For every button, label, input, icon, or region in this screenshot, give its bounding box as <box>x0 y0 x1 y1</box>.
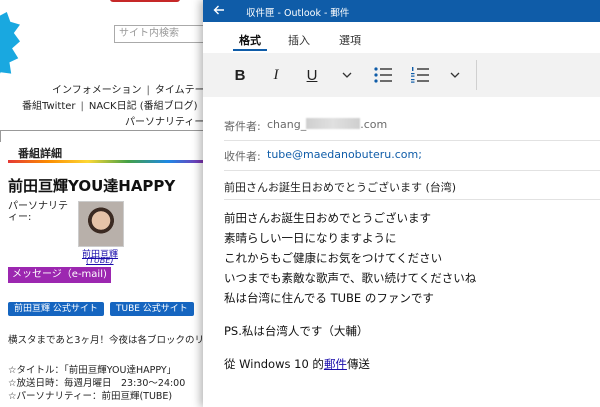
signature-suffix: 傳送 <box>346 357 370 371</box>
tab-insert[interactable]: 插入 <box>288 32 310 48</box>
active-tab-indicator <box>233 49 267 51</box>
subject-divider <box>224 199 600 200</box>
site-search-input[interactable]: サイト内検索 <box>114 25 212 43</box>
section-divider <box>0 130 210 131</box>
redacted-address <box>306 118 361 129</box>
nav-link-information[interactable]: インフォメーション <box>52 85 142 96</box>
back-button[interactable] <box>211 2 227 18</box>
bulleted-list-icon <box>374 67 392 83</box>
underline-icon: U <box>306 66 318 84</box>
nav-link-blog[interactable]: NACK日記 (番組ブログ) <box>89 101 198 112</box>
message-email-button[interactable]: メッセージ（e-mail) <box>8 267 111 283</box>
intro-text: 横スタまであと3ヶ月！今夜は各ブロックのリ <box>8 335 204 346</box>
signature-text: 從 Windows 10 的 <box>224 357 324 371</box>
to-label: 收件者: <box>224 150 261 163</box>
window-title: 収件匣 - Outlook - 郵件 <box>246 8 350 19</box>
header-banner-fragment <box>110 0 180 2</box>
subject-field[interactable]: 前田さんお誕生日おめでとうございます (台湾) <box>224 179 456 195</box>
nav-row-2: 番組Twitter | NACK日記 (番組ブログ) <box>22 101 198 112</box>
host-official-site-button[interactable]: 前田亘輝 公式サイト <box>8 302 104 316</box>
starburst-logo <box>0 12 20 82</box>
nav-link-personality[interactable]: パーソナリティー <box>125 117 204 128</box>
mail-app-link[interactable]: 郵件 <box>324 357 347 371</box>
underline-button[interactable]: U <box>300 63 324 87</box>
arrow-left-icon <box>213 5 224 15</box>
nav-link-twitter[interactable]: 番組Twitter <box>22 101 76 112</box>
personality-label: パーソナリティー: <box>8 201 68 223</box>
body-line: 私は台湾に住んでる TUBE のファンです <box>224 291 434 305</box>
nav-row-1: インフォメーション | タイムテーブ <box>52 85 215 96</box>
body-line: いつまでも素敵な歌声で、歌い続けてくださいね <box>224 271 477 285</box>
from-label: 寄件者: <box>224 120 261 133</box>
section-title: 番組詳細 <box>18 147 62 160</box>
nav-row-3: パーソナリティー <box>125 113 204 128</box>
ps-line: PS.私は台湾人です（大輔） <box>224 324 369 338</box>
italic-icon: I <box>273 66 279 83</box>
numbered-list-button[interactable] <box>408 63 432 87</box>
to-divider <box>224 170 600 171</box>
detail-schedule: ☆放送日時：毎週月曜日 23:30～24:00 <box>8 378 186 389</box>
chevron-down-icon <box>450 72 460 78</box>
detail-personality: ☆パーソナリティー：前田亘輝(TUBE) <box>8 391 173 402</box>
ribbon-tabs: 格式 插入 選項 <box>203 22 600 52</box>
format-toolbar: B I U <box>203 53 600 97</box>
detail-title: ☆タイトル：「前田亘輝YOU達HAPPY」 <box>8 365 177 376</box>
host-group-link[interactable]: (TUBE) <box>86 256 114 265</box>
italic-button[interactable]: I <box>264 63 288 87</box>
from-address-prefix: chang_ <box>267 118 307 131</box>
body-line: 前田さんお誕生日おめでとうございます <box>224 211 431 225</box>
bold-button[interactable]: B <box>228 63 252 87</box>
chevron-down-icon <box>342 72 352 78</box>
numbered-list-icon <box>411 67 429 83</box>
bold-icon: B <box>234 66 246 84</box>
from-field: chang_ .com <box>267 118 387 131</box>
toolbar-separator <box>476 60 477 90</box>
title-bar: 収件匣 - Outlook - 郵件 <box>203 0 600 22</box>
tube-official-site-button[interactable]: TUBE 公式サイト <box>110 302 194 316</box>
paragraph-more-dropdown[interactable] <box>443 63 467 87</box>
section-divider-edge <box>0 130 1 142</box>
signature-line: 從 Windows 10 的郵件傳送 <box>224 356 370 372</box>
outlook-mail-window: 収件匣 - Outlook - 郵件 格式 插入 選項 B I U 寄件者: c… <box>203 0 600 407</box>
to-field[interactable]: tube@maedanobuteru.com; <box>267 148 422 161</box>
body-line: これからもご健康にお気をつけてください <box>224 251 443 265</box>
tab-format[interactable]: 格式 <box>239 32 261 48</box>
tab-options[interactable]: 選項 <box>339 32 361 48</box>
from-divider <box>224 140 600 141</box>
bulleted-list-button[interactable] <box>371 63 395 87</box>
body-line: 素晴らしい一日になりますように <box>224 231 397 245</box>
font-more-dropdown[interactable] <box>335 63 359 87</box>
from-address-suffix: .com <box>360 118 388 131</box>
program-title: 前田亘輝YOU達HAPPY <box>8 177 176 195</box>
host-photo[interactable] <box>78 201 124 247</box>
rainbow-divider <box>8 160 208 163</box>
